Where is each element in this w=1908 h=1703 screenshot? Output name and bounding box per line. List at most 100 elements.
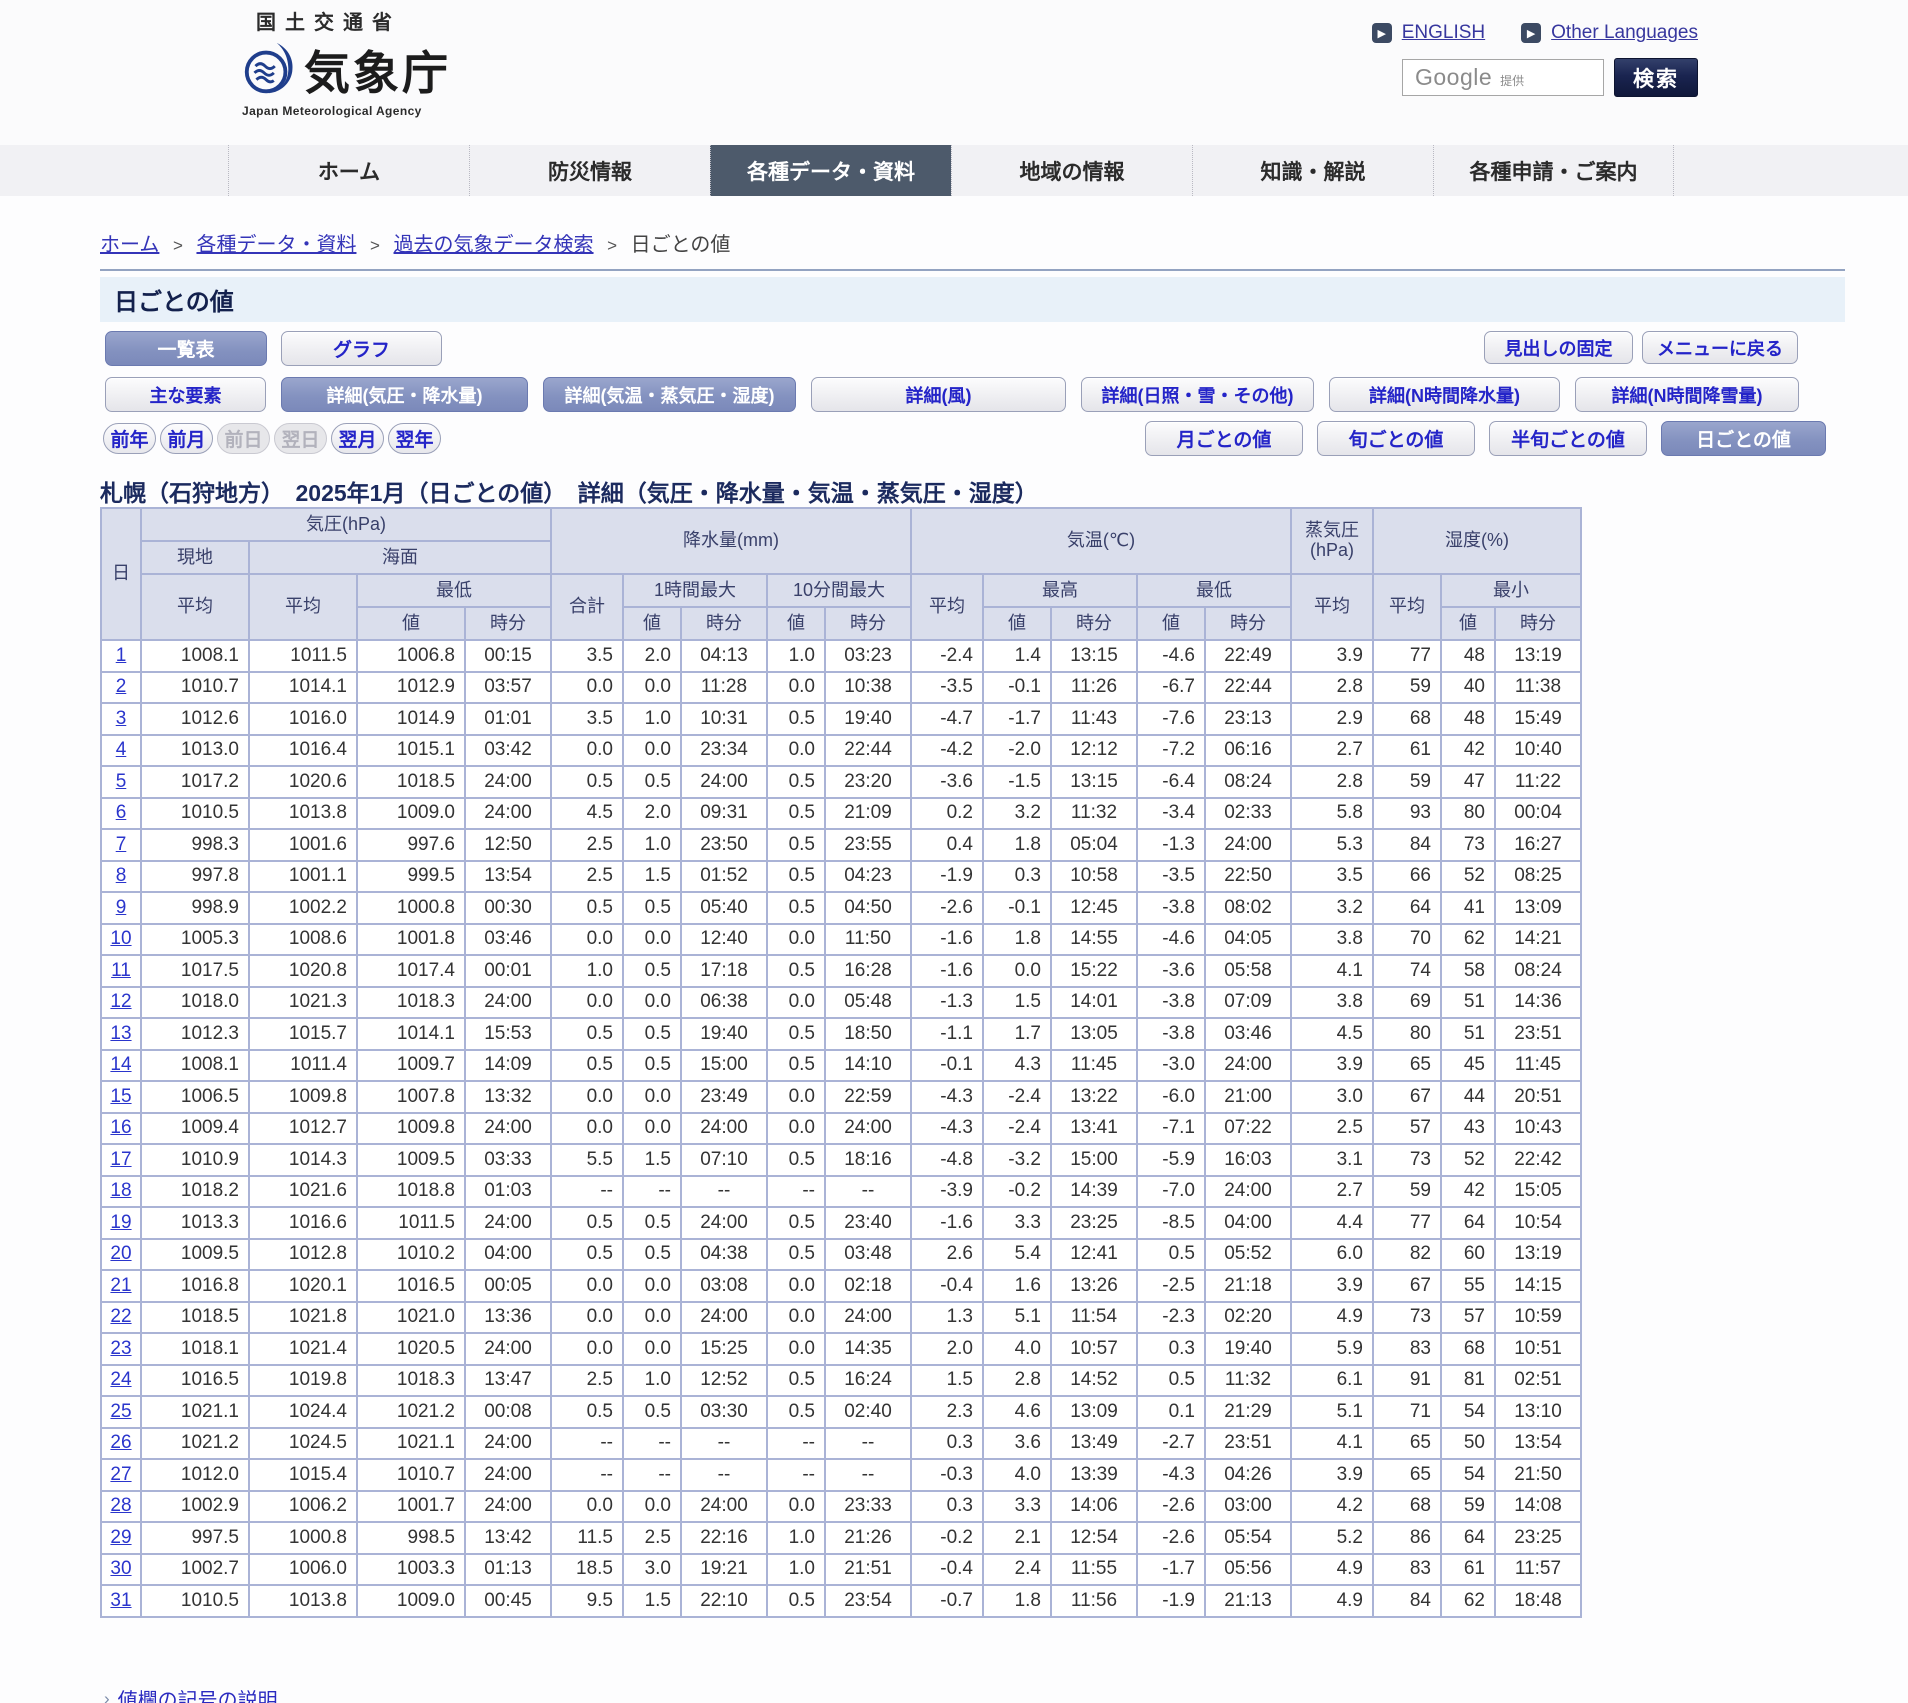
data-cell: 4.9 (1291, 1585, 1373, 1617)
day-link[interactable]: 8 (116, 865, 127, 886)
prev-year-button[interactable]: 前年 (103, 423, 156, 454)
day-link[interactable]: 25 (110, 1401, 131, 1422)
col-temp-max: 最高 (983, 574, 1137, 607)
nav-item-home[interactable]: ホーム (228, 145, 469, 196)
day-link[interactable]: 2 (116, 676, 127, 697)
day-link[interactable]: 23 (110, 1338, 131, 1359)
breadcrumb-past-data-search[interactable]: 過去の気象データ検索 (394, 234, 594, 256)
element-pressure-precip-button[interactable]: 詳細(気圧・降水量) (281, 377, 528, 412)
search-input[interactable]: Google 提供 (1402, 59, 1604, 96)
daily-values-button[interactable]: 日ごとの値 (1661, 421, 1826, 456)
day-link[interactable]: 17 (110, 1149, 131, 1170)
data-cell: 14:21 (1495, 924, 1581, 956)
nav-item-knowledge[interactable]: 知識・解説 (1192, 145, 1433, 196)
ten-day-values-button[interactable]: 旬ごとの値 (1317, 421, 1475, 456)
five-day-values-button[interactable]: 半旬ごとの値 (1489, 421, 1647, 456)
day-link[interactable]: 26 (110, 1432, 131, 1453)
data-cell: 1024.4 (249, 1396, 357, 1428)
day-cell: 21 (101, 1270, 141, 1302)
data-cell: 21:00 (1205, 1081, 1291, 1113)
element-main-button[interactable]: 主な要素 (105, 377, 266, 412)
title-band: 日ごとの値 (100, 277, 1845, 322)
other-languages-link[interactable]: Other Languages (1551, 22, 1698, 44)
day-cell: 17 (101, 1144, 141, 1176)
nav-item-disaster[interactable]: 防災情報 (469, 145, 710, 196)
element-n-hour-precip-button[interactable]: 詳細(N時間降水量) (1329, 377, 1560, 412)
nav-item-application[interactable]: 各種申請・ご案内 (1433, 145, 1674, 196)
data-cell: -- (825, 1459, 911, 1491)
fix-header-button[interactable]: 見出しの固定 (1484, 331, 1633, 364)
day-link[interactable]: 9 (116, 897, 127, 918)
day-cell: 6 (101, 798, 141, 830)
nav-item-region[interactable]: 地域の情報 (951, 145, 1192, 196)
data-cell: 16:03 (1205, 1144, 1291, 1176)
data-cell: 2.8 (1291, 672, 1373, 704)
data-cell: -- (681, 1428, 767, 1460)
element-n-hour-snow-button[interactable]: 詳細(N時間降雪量) (1575, 377, 1799, 412)
data-cell: 5.4 (983, 1239, 1051, 1271)
data-cell: 17:18 (681, 955, 767, 987)
element-wind-button[interactable]: 詳細(風) (811, 377, 1066, 412)
day-link[interactable]: 15 (110, 1086, 131, 1107)
day-link[interactable]: 5 (116, 771, 127, 792)
element-sunshine-snow-button[interactable]: 詳細(日照・雪・その他) (1081, 377, 1314, 412)
day-link[interactable]: 29 (110, 1527, 131, 1548)
data-cell: 10:59 (1495, 1302, 1581, 1334)
data-cell: 22:50 (1205, 861, 1291, 893)
data-cell: -1.6 (911, 924, 983, 956)
day-link[interactable]: 22 (110, 1306, 131, 1327)
day-link[interactable]: 3 (116, 708, 127, 729)
data-cell: -1.7 (1137, 1554, 1205, 1586)
day-link[interactable]: 28 (110, 1495, 131, 1516)
breadcrumb-home[interactable]: ホーム (100, 234, 159, 256)
day-link[interactable]: 13 (110, 1023, 131, 1044)
day-link[interactable]: 27 (110, 1464, 131, 1485)
day-link[interactable]: 4 (116, 739, 127, 760)
data-cell: 22:44 (1205, 672, 1291, 704)
next-year-button[interactable]: 翌年 (388, 423, 441, 454)
day-link[interactable]: 30 (110, 1558, 131, 1579)
data-cell: -0.1 (983, 672, 1051, 704)
day-link[interactable]: 10 (110, 928, 131, 949)
next-month-button[interactable]: 翌月 (331, 423, 384, 454)
breadcrumb-data[interactable]: 各種データ・資料 (196, 234, 356, 256)
data-cell: 1.5 (911, 1365, 983, 1397)
prev-month-button[interactable]: 前月 (160, 423, 213, 454)
data-cell: -4.7 (911, 703, 983, 735)
data-cell: 0.5 (623, 955, 681, 987)
ministry-title: 国土交通省 (256, 6, 451, 35)
day-link[interactable]: 20 (110, 1243, 131, 1264)
day-link[interactable]: 11 (111, 960, 131, 981)
day-link[interactable]: 6 (116, 802, 127, 823)
day-link[interactable]: 12 (110, 991, 131, 1012)
day-link[interactable]: 1 (116, 645, 127, 666)
data-cell: 0.5 (551, 1018, 623, 1050)
data-cell: 08:24 (1495, 955, 1581, 987)
search-button[interactable]: 検索 (1614, 58, 1698, 97)
element-temp-vapor-humidity-button[interactable]: 詳細(気温・蒸気圧・湿度) (543, 377, 796, 412)
day-link[interactable]: 16 (110, 1117, 131, 1138)
legend-link[interactable]: 値欄の記号の説明 (118, 1684, 278, 1703)
agency-title-en: Japan Meteorological Agency (242, 104, 451, 118)
graph-view-button[interactable]: グラフ (281, 331, 442, 366)
data-cell: 04:26 (1205, 1459, 1291, 1491)
day-link[interactable]: 7 (116, 834, 127, 855)
data-cell: 24:00 (681, 1113, 767, 1145)
day-cell: 30 (101, 1554, 141, 1586)
day-link[interactable]: 19 (110, 1212, 131, 1233)
monthly-values-button[interactable]: 月ごとの値 (1145, 421, 1303, 456)
english-link[interactable]: ENGLISH (1402, 22, 1485, 44)
jma-logo[interactable]: 国土交通省 気象庁 Japan Meteorological Agency (240, 6, 451, 118)
day-link[interactable]: 24 (110, 1369, 131, 1390)
data-cell: 19:40 (825, 703, 911, 735)
data-cell: 2.5 (551, 829, 623, 861)
list-view-button[interactable]: 一覧表 (105, 331, 267, 366)
day-link[interactable]: 18 (110, 1180, 131, 1201)
day-link[interactable]: 14 (110, 1054, 131, 1075)
breadcrumb-current: 日ごとの値 (631, 234, 731, 256)
nav-item-data[interactable]: 各種データ・資料 (710, 145, 951, 196)
back-to-menu-button[interactable]: メニューに戻る (1642, 331, 1798, 364)
data-cell: 51 (1441, 987, 1495, 1019)
day-link[interactable]: 21 (110, 1275, 131, 1296)
day-link[interactable]: 31 (110, 1590, 131, 1611)
